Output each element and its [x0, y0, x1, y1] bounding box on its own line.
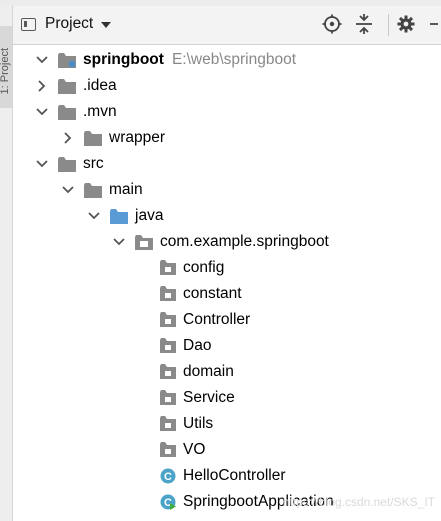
package-icon	[135, 234, 153, 250]
tree-node-label: VO	[183, 441, 206, 458]
tree-node-label: Dao	[183, 337, 212, 354]
root-path: E:\web\springboot	[171, 51, 297, 68]
chevron-right-icon[interactable]	[35, 79, 49, 93]
tree-node-service[interactable]: Service	[13, 385, 441, 411]
tree-node-label: java	[135, 207, 164, 224]
tree-node-config[interactable]: config	[13, 255, 441, 281]
tree-node-hellocontroller[interactable]: C HelloController	[13, 463, 441, 489]
tree-node-package[interactable]: com.example.springboot	[13, 229, 441, 255]
folder-icon	[58, 104, 76, 120]
folder-icon	[84, 130, 102, 146]
package-icon	[160, 442, 176, 458]
package-icon	[160, 416, 176, 432]
hide-panel-button[interactable]	[425, 13, 441, 35]
chevron-down-icon[interactable]	[87, 209, 101, 223]
tree-node-mvn[interactable]: .mvn	[13, 99, 441, 125]
tree-node-label: config	[183, 259, 225, 276]
chevron-down-icon[interactable]	[35, 105, 49, 119]
gear-icon	[397, 15, 415, 33]
root-label: springboot	[83, 51, 164, 68]
tree-node-main[interactable]: main	[13, 177, 441, 203]
package-icon	[160, 338, 176, 354]
svg-text:C: C	[164, 471, 172, 483]
collapse-all-icon	[356, 14, 372, 34]
project-view-selector[interactable]: Project	[21, 15, 112, 33]
class-icon: C	[160, 468, 176, 484]
tree-node-label: com.example.springboot	[160, 233, 329, 250]
chevron-down-icon[interactable]	[112, 235, 126, 249]
module-folder-icon	[58, 52, 76, 68]
tree-node-label: main	[109, 181, 143, 198]
chevron-down-icon	[101, 22, 112, 28]
tree-node-controller[interactable]: Controller	[13, 307, 441, 333]
package-icon	[160, 390, 176, 406]
package-icon	[160, 364, 176, 380]
spring-boot-class-icon: C	[160, 494, 176, 510]
tree-node-src[interactable]: src	[13, 151, 441, 177]
header-separator	[388, 14, 389, 36]
tree-node-label: wrapper	[109, 129, 165, 146]
locate-button[interactable]	[321, 13, 343, 35]
side-tool-strip: 1: Project	[0, 6, 13, 521]
folder-icon	[58, 156, 76, 172]
collapse-all-button[interactable]	[353, 13, 375, 35]
tree-node-label: constant	[183, 285, 242, 302]
chevron-right-icon[interactable]	[61, 131, 75, 145]
source-folder-icon	[110, 208, 128, 224]
chevron-down-icon[interactable]	[35, 53, 49, 67]
project-window-icon	[21, 17, 36, 31]
project-tree: springboot E:\web\springboot .idea .mvn …	[13, 46, 441, 521]
settings-button[interactable]	[395, 13, 417, 35]
tree-node-label: Controller	[183, 311, 251, 328]
project-panel-header: Project	[13, 6, 441, 45]
tree-node-label: domain	[183, 363, 234, 380]
tree-node-label: Utils	[183, 415, 214, 432]
tree-node-label: HelloController	[183, 467, 286, 484]
folder-icon	[58, 78, 76, 94]
tree-node-idea[interactable]: .idea	[13, 73, 441, 99]
package-icon	[160, 260, 176, 276]
tree-node-label: .mvn	[83, 103, 117, 120]
folder-icon	[84, 182, 102, 198]
package-icon	[160, 312, 176, 328]
watermark: https://blog.csdn.net/SKS_IT	[282, 495, 435, 509]
chevron-down-icon[interactable]	[35, 157, 49, 171]
tree-node-vo[interactable]: VO	[13, 437, 441, 463]
tree-node-utils[interactable]: Utils	[13, 411, 441, 437]
tree-node-java[interactable]: java	[13, 203, 441, 229]
minimize-icon	[430, 23, 438, 25]
project-tool-window-tab[interactable]: 1: Project	[0, 26, 12, 108]
project-tool-window-label: 1: Project	[0, 48, 11, 95]
tree-node-label: src	[83, 155, 104, 172]
panel-title: Project	[45, 15, 94, 32]
tree-node-wrapper[interactable]: wrapper	[13, 125, 441, 151]
tree-node-domain[interactable]: domain	[13, 359, 441, 385]
tree-node-constant[interactable]: constant	[13, 281, 441, 307]
tree-node-dao[interactable]: Dao	[13, 333, 441, 359]
package-icon	[160, 286, 176, 302]
locate-icon	[322, 14, 342, 34]
tree-node-label: Service	[183, 389, 235, 406]
tree-node-root[interactable]: springboot E:\web\springboot	[13, 47, 441, 73]
chevron-down-icon[interactable]	[61, 183, 75, 197]
tree-node-label: .idea	[83, 77, 117, 94]
